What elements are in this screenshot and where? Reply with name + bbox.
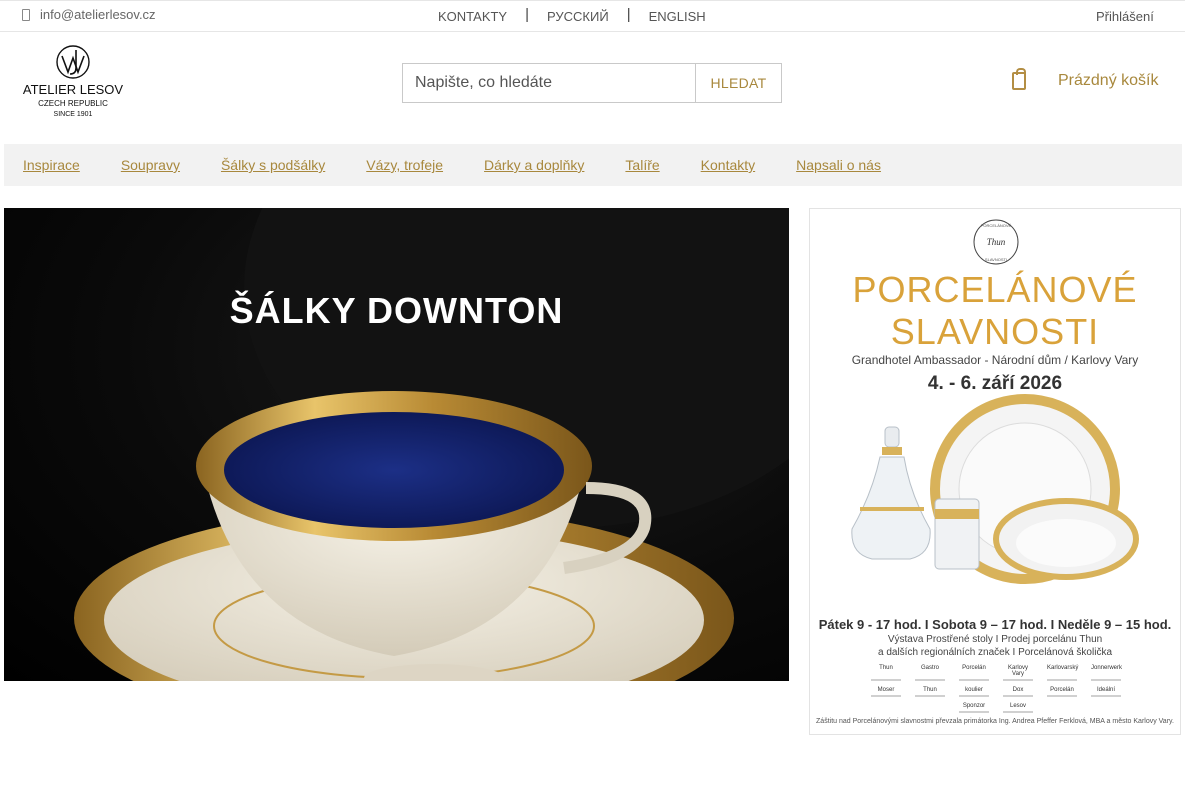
badge-line1: PORCELÁNOVÉ bbox=[981, 223, 1012, 228]
nav-item-kontakty[interactable]: Kontakty bbox=[701, 157, 755, 173]
sponsor-logo: Moser bbox=[871, 687, 901, 697]
logo-line2: CZECH REPUBLIC bbox=[38, 99, 108, 108]
main-nav: Inspirace Soupravy Šálky s podšálky Vázy… bbox=[4, 144, 1182, 186]
phone-icon bbox=[22, 8, 30, 21]
sponsor-logo: Ideální bbox=[1091, 687, 1121, 697]
nav-item-talire[interactable]: Talíře bbox=[625, 157, 659, 173]
teacup-image bbox=[74, 208, 789, 681]
hero-title: ŠÁLKY DOWNTON bbox=[229, 290, 564, 331]
sponsor-logo: Porcelán bbox=[959, 665, 989, 681]
russian-link[interactable]: РУССКИЙ bbox=[547, 9, 609, 24]
sponsor-logo: Karlovarský bbox=[1047, 665, 1078, 681]
nav-item-darky[interactable]: Dárky a doplňky bbox=[484, 157, 584, 173]
badge-brand: Thun bbox=[987, 237, 1006, 247]
email-text: info@atelierlesov.cz bbox=[40, 7, 156, 22]
sponsor-logos: Thun Gastro Porcelán Karlovy Vary Karlov… bbox=[850, 665, 1142, 713]
sponsor-logo: Karlovy Vary bbox=[1003, 665, 1033, 681]
sponsor-logo: Lesov bbox=[1003, 703, 1033, 713]
poster-subtitle-2: a dalších regionálních značek I Porcelán… bbox=[877, 647, 1113, 658]
poster-title-1: PORCELÁNOVÉ bbox=[852, 269, 1138, 310]
poster-venue: Grandhotel Ambassador - Národní dům / Ka… bbox=[851, 353, 1139, 367]
nav-item-soupravy[interactable]: Soupravy bbox=[121, 157, 180, 173]
cart-label: Prázdný košík bbox=[1058, 72, 1159, 89]
poster-subtitle-1: Výstava Prostřené stoly I Prodej porcelá… bbox=[887, 634, 1103, 645]
divider: | bbox=[626, 6, 631, 23]
nav-item-napsali[interactable]: Napsali o nás bbox=[796, 157, 881, 173]
poster-footer: Záštitu nad Porcelánovými slavnostmi pře… bbox=[816, 718, 1174, 725]
shopping-bag-icon bbox=[1012, 68, 1026, 90]
nav-item-inspirace[interactable]: Inspirace bbox=[23, 157, 80, 173]
hero-banner[interactable]: ŠÁLKY DOWNTON bbox=[4, 208, 789, 681]
email-link[interactable]: info@atelierlesov.cz bbox=[22, 7, 156, 22]
sponsor-logo: Sponzor bbox=[959, 703, 989, 713]
search-input[interactable] bbox=[403, 64, 695, 102]
nav-item-salky[interactable]: Šálky s podšálky bbox=[221, 157, 325, 173]
search-button[interactable]: HLEDAT bbox=[695, 64, 781, 102]
cart-link[interactable]: Prázdný košík bbox=[1012, 68, 1159, 90]
login-link[interactable]: Přihlášení bbox=[1096, 9, 1154, 24]
sponsor-logo: koulier bbox=[959, 687, 989, 697]
english-link[interactable]: ENGLISH bbox=[649, 9, 706, 24]
search-form: HLEDAT bbox=[402, 63, 782, 103]
nav-item-vazy[interactable]: Vázy, trofeje bbox=[366, 157, 443, 173]
sponsor-logo: Jonnerwerk bbox=[1091, 665, 1122, 681]
language-links: KONTAKTY | РУССКИЙ | ENGLISH bbox=[438, 6, 706, 25]
divider: | bbox=[525, 6, 530, 23]
site-logo[interactable]: ATELIER LESOV CZECH REPUBLIC SINCE 1901 bbox=[22, 44, 124, 120]
sponsor-logo: Thun bbox=[915, 687, 945, 697]
contacts-link[interactable]: KONTAKTY bbox=[438, 9, 507, 24]
sponsor-logo: Porcelán bbox=[1047, 687, 1077, 697]
poster-title-2: SLAVNOSTI bbox=[890, 311, 1100, 352]
poster-dates: 4. - 6. září 2026 bbox=[927, 373, 1063, 394]
badge-line2: SLAVNOSTI bbox=[985, 257, 1007, 262]
sponsor-logo: Dox bbox=[1003, 687, 1033, 697]
sponsor-logo: Gastro bbox=[915, 665, 945, 681]
poster-hours: Pátek 9 - 17 hod. I Sobota 9 – 17 hod. I… bbox=[818, 617, 1172, 632]
sponsor-logo: Thun bbox=[871, 665, 901, 681]
event-poster[interactable]: Thun PORCELÁNOVÉ SLAVNOSTI PORCELÁNOVÉ S… bbox=[809, 208, 1181, 735]
logo-line3: SINCE 1901 bbox=[54, 111, 93, 118]
top-bar: info@atelierlesov.cz KONTAKTY | РУССКИЙ … bbox=[0, 0, 1185, 32]
logo-name: ATELIER LESOV bbox=[23, 82, 124, 97]
